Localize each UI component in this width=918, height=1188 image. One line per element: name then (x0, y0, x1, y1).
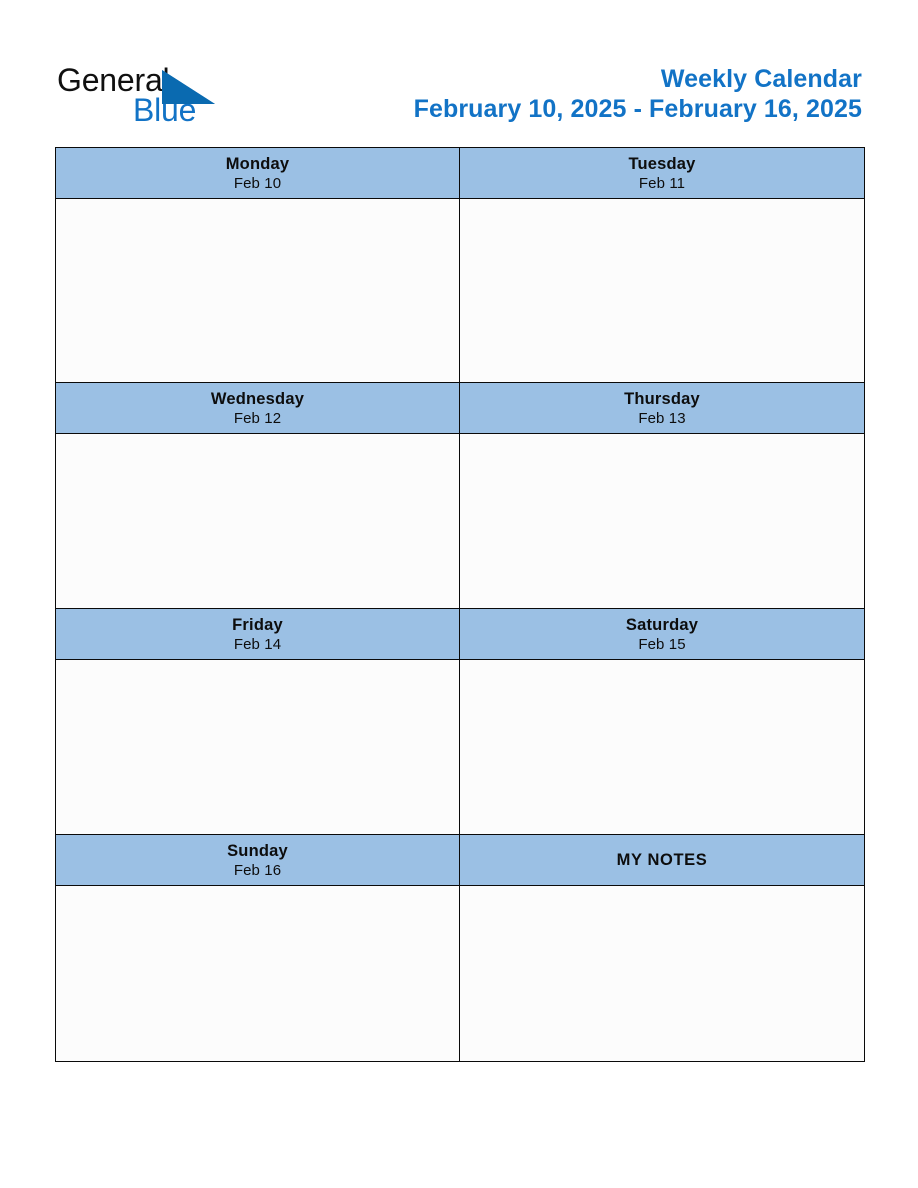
day-header-saturday[interactable]: Saturday Feb 15 (459, 608, 865, 660)
page-header: General Blue Weekly Calendar February 10… (55, 58, 862, 134)
day-cell-wednesday[interactable] (55, 433, 460, 609)
day-header-monday[interactable]: Monday Feb 10 (55, 147, 460, 199)
day-date-label: Feb 10 (233, 174, 282, 192)
day-date-label: Feb 12 (233, 409, 282, 427)
table-row-headers: Friday Feb 14 Saturday Feb 15 (55, 608, 865, 660)
day-header-tuesday[interactable]: Tuesday Feb 11 (459, 147, 865, 199)
logo-triangle-icon (162, 70, 215, 104)
table-row-bodies (55, 198, 865, 383)
day-name-label: Monday (225, 154, 290, 173)
day-name-label: Sunday (227, 841, 288, 860)
day-cell-tuesday[interactable] (459, 198, 865, 383)
general-blue-logo: General Blue (55, 62, 265, 132)
day-name-label: Wednesday (210, 389, 305, 408)
day-date-label: Feb 13 (638, 409, 686, 427)
table-row-headers: Monday Feb 10 Tuesday Feb 11 (55, 147, 865, 199)
weekly-calendar-table: Monday Feb 10 Tuesday Feb 11 Wednesday F… (55, 147, 865, 1062)
day-date-label: Feb 11 (638, 174, 686, 192)
notes-label: MY NOTES (616, 851, 708, 869)
header-title-block: Weekly Calendar February 10, 2025 - Febr… (414, 64, 862, 125)
day-cell-friday[interactable] (55, 659, 460, 835)
table-row-bodies (55, 885, 865, 1062)
table-row-bodies (55, 433, 865, 609)
day-name-label: Tuesday (628, 154, 696, 173)
table-row-headers: Sunday Feb 16 MY NOTES (55, 834, 865, 886)
day-date-label: Feb 16 (233, 861, 282, 879)
day-header-sunday[interactable]: Sunday Feb 16 (55, 834, 460, 886)
day-cell-thursday[interactable] (459, 433, 865, 609)
day-name-label: Thursday (624, 389, 700, 408)
day-cell-saturday[interactable] (459, 659, 865, 835)
day-cell-monday[interactable] (55, 198, 460, 383)
table-row-bodies (55, 659, 865, 835)
day-header-wednesday[interactable]: Wednesday Feb 12 (55, 382, 460, 434)
day-name-label: Friday (232, 615, 283, 634)
day-date-label: Feb 14 (233, 635, 282, 653)
table-row-headers: Wednesday Feb 12 Thursday Feb 13 (55, 382, 865, 434)
notes-header[interactable]: MY NOTES (459, 834, 865, 886)
day-name-label: Saturday (625, 615, 699, 634)
day-date-label: Feb 15 (638, 635, 686, 653)
day-header-thursday[interactable]: Thursday Feb 13 (459, 382, 865, 434)
day-header-friday[interactable]: Friday Feb 14 (55, 608, 460, 660)
weekly-calendar-page: General Blue Weekly Calendar February 10… (0, 0, 918, 1188)
page-title: Weekly Calendar (660, 65, 862, 93)
notes-cell[interactable] (459, 885, 865, 1062)
date-range-label: February 10, 2025 - February 16, 2025 (413, 95, 862, 123)
day-cell-sunday[interactable] (55, 885, 460, 1062)
